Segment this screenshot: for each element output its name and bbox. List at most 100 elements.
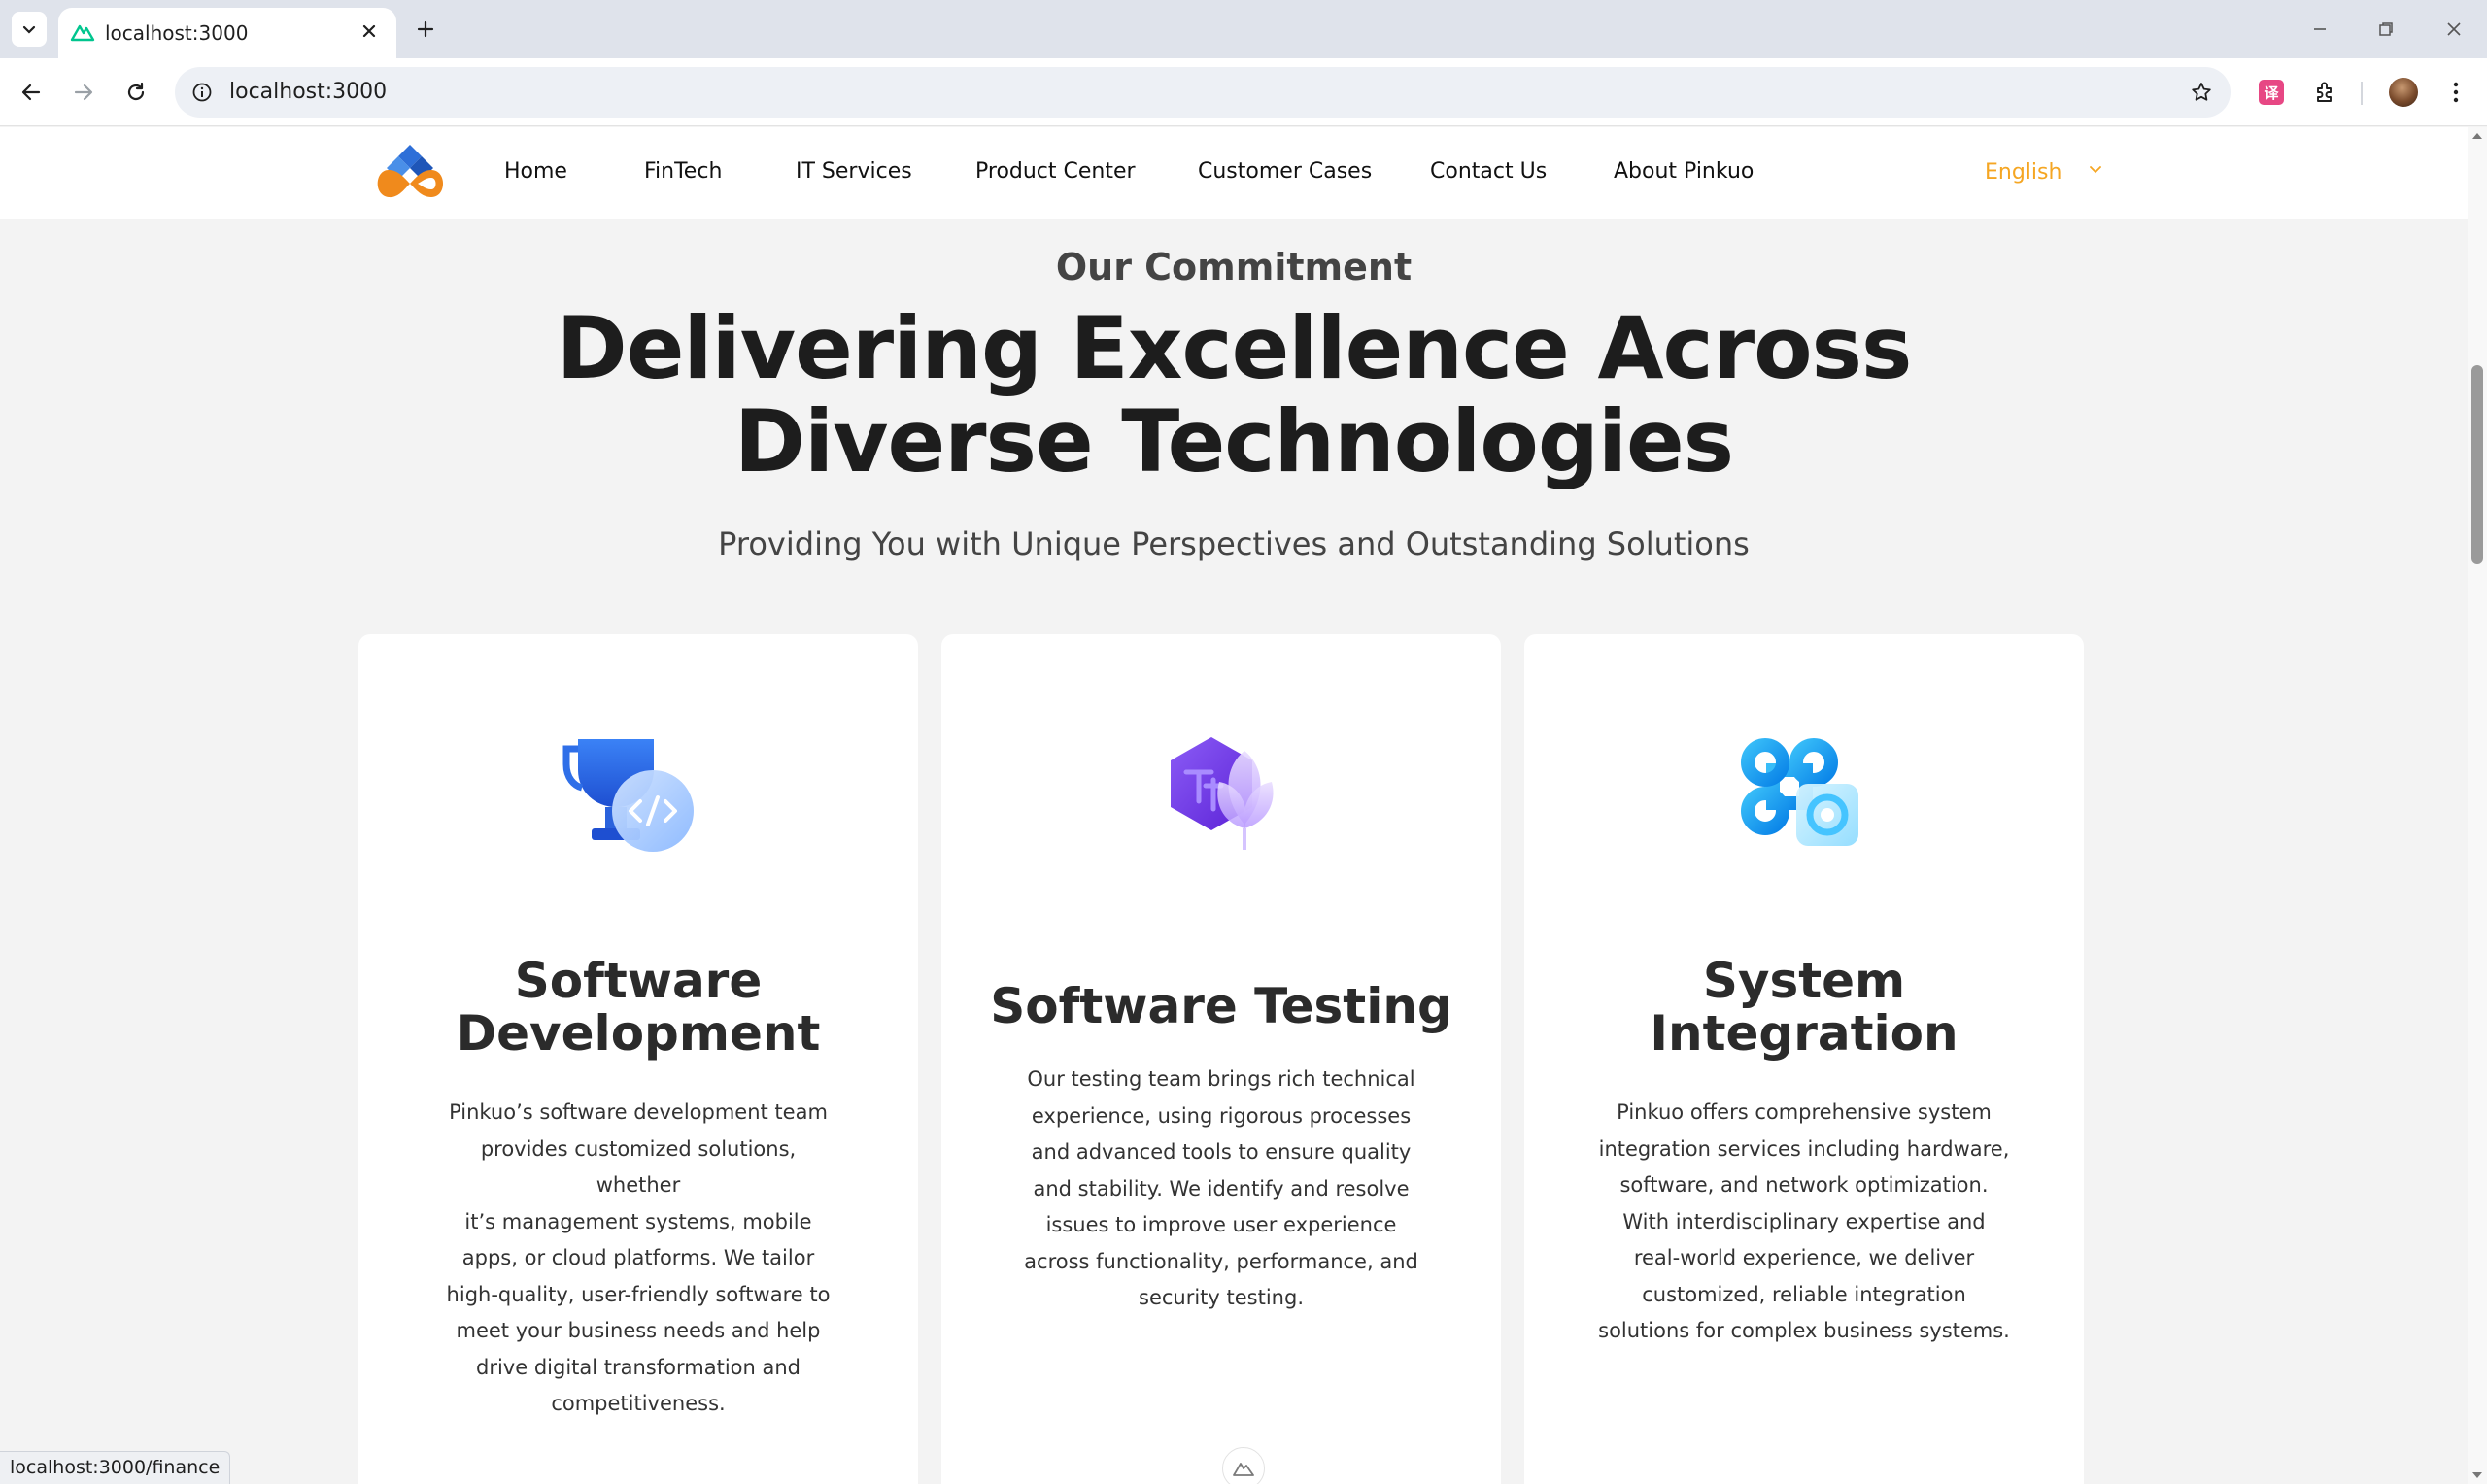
scrollbar-thumb[interactable] bbox=[2471, 365, 2483, 564]
page-subtitle: Providing You with Unique Perspectives a… bbox=[718, 525, 1750, 562]
card-text-line: Pinkuo offers comprehensive system bbox=[1617, 1100, 1992, 1124]
card-title-line-1: Software Testing bbox=[990, 978, 1452, 1034]
close-icon bbox=[362, 24, 376, 38]
card-text-line: integration services including hardware, bbox=[1598, 1136, 2010, 1161]
extensions-button[interactable] bbox=[2308, 75, 2343, 110]
reload-button[interactable] bbox=[119, 75, 153, 110]
new-tab-button[interactable] bbox=[408, 12, 443, 47]
tab-title: localhost:3000 bbox=[105, 21, 249, 45]
trophy-code-icon bbox=[562, 739, 694, 852]
address-bar[interactable]: localhost:3000 bbox=[175, 67, 2231, 118]
hexagon-leaf-icon bbox=[1171, 737, 1274, 850]
card-text-line: customized, reliable integration bbox=[1642, 1282, 1966, 1306]
card-text-line: security testing. bbox=[1139, 1286, 1304, 1309]
service-card-software-development[interactable]: Software Development Pinkuo’s software d… bbox=[358, 634, 918, 1484]
translate-icon: 译 bbox=[2259, 80, 2284, 105]
card-text-line: real-world experience, we deliver bbox=[1633, 1246, 1975, 1269]
card-text-line: issues to improve user experience bbox=[1045, 1213, 1397, 1236]
chevron-down-icon[interactable] bbox=[2087, 160, 2104, 178]
window-close-button[interactable] bbox=[2435, 12, 2473, 47]
nuxt-devtools-button[interactable] bbox=[1222, 1447, 1265, 1484]
card-text-line: across functionality, performance, and bbox=[1024, 1249, 1418, 1273]
puzzle-icon bbox=[2317, 82, 2332, 102]
page-scrollbar[interactable] bbox=[2468, 127, 2487, 1484]
service-card-software-testing[interactable]: Software Testing Our testing team brings… bbox=[941, 634, 1501, 1484]
browser-tab-strip: localhost:3000 bbox=[0, 0, 2487, 58]
restore-icon bbox=[2379, 22, 2393, 36]
nav-it-services[interactable]: IT Services bbox=[796, 159, 912, 184]
page-viewport: Home FinTech IT Services Product Center … bbox=[0, 127, 2468, 1484]
card-description: Our testing team brings rich technical e… bbox=[1021, 1062, 1421, 1317]
bookmark-button[interactable] bbox=[2186, 77, 2217, 108]
card-description: Pinkuo’s software development team provi… bbox=[438, 1095, 838, 1423]
reload-icon bbox=[127, 82, 145, 101]
nav-contact-us[interactable]: Contact Us bbox=[1430, 159, 1547, 184]
card-text-line: meet your business needs and help bbox=[456, 1319, 821, 1342]
pinkuo-logo-icon[interactable] bbox=[369, 141, 451, 205]
profile-button[interactable] bbox=[2386, 75, 2421, 110]
arrow-right-icon bbox=[74, 84, 93, 101]
card-text-line: and advanced tools to ensure quality bbox=[1031, 1140, 1412, 1164]
scroll-up-arrow-icon[interactable] bbox=[2471, 131, 2483, 141]
browser-toolbar: localhost:3000 译 bbox=[0, 58, 2487, 126]
nav-fintech[interactable]: FinTech bbox=[644, 159, 722, 184]
minimize-button[interactable] bbox=[2300, 12, 2339, 47]
card-text-line: provides customized solutions, whether bbox=[480, 1136, 797, 1197]
card-description: Pinkuo offers comprehensive system integ… bbox=[1598, 1095, 2010, 1350]
page-title-line-2: Diverse Technologies bbox=[733, 391, 1734, 491]
browser-menu-button[interactable] bbox=[2438, 75, 2473, 110]
card-text-line: experience, using rigorous processes bbox=[1031, 1103, 1412, 1128]
card-text-line: software, and network optimization. bbox=[1619, 1173, 1989, 1197]
more-vertical-icon bbox=[2453, 82, 2459, 103]
nav-about-pinkuo[interactable]: About Pinkuo bbox=[1614, 159, 1754, 184]
address-url[interactable]: localhost:3000 bbox=[229, 80, 387, 104]
card-text-line: Pinkuo’s software development team bbox=[449, 1100, 828, 1124]
card-title-line-2: Development bbox=[456, 1005, 821, 1062]
nav-home[interactable]: Home bbox=[504, 159, 567, 184]
page-title-line-1: Delivering Excellence Across bbox=[556, 298, 1913, 398]
card-title-line-2: Integration bbox=[1650, 1005, 1959, 1062]
card-title: System Integration bbox=[1563, 955, 2045, 1060]
scroll-down-arrow-icon[interactable] bbox=[2471, 1470, 2483, 1480]
plus-icon bbox=[417, 20, 434, 38]
info-icon bbox=[192, 83, 212, 102]
minimize-icon bbox=[2314, 28, 2326, 30]
link-status-bar: localhost:3000/finance bbox=[0, 1451, 231, 1484]
star-icon bbox=[2192, 83, 2211, 101]
translate-extension-button[interactable]: 译 bbox=[2254, 75, 2289, 110]
card-title: Software Testing bbox=[980, 980, 1462, 1032]
card-title: Software Development bbox=[397, 955, 879, 1060]
close-icon bbox=[2447, 22, 2461, 36]
page-title: Delivering Excellence Across Diverse Tec… bbox=[0, 302, 2468, 489]
tab-close-button[interactable] bbox=[356, 17, 383, 45]
service-card-system-integration[interactable]: System Integration Pinkuo offers compreh… bbox=[1524, 634, 2084, 1484]
chevron-down-icon bbox=[22, 25, 36, 34]
card-text-line: solutions for complex business systems. bbox=[1598, 1319, 2010, 1342]
card-text-line: Our testing team brings rich technical bbox=[1027, 1067, 1415, 1091]
browser-tab-active[interactable]: localhost:3000 bbox=[58, 8, 396, 58]
language-selector[interactable]: English bbox=[1985, 160, 2061, 185]
card-title-line-1: System bbox=[1702, 953, 1906, 1009]
site-info-button[interactable] bbox=[188, 79, 216, 106]
card-text-line: competitiveness. bbox=[551, 1392, 726, 1415]
arrow-left-icon bbox=[21, 84, 41, 101]
nuxt-favicon-icon bbox=[70, 24, 95, 42]
card-text-line: drive digital transformation and bbox=[476, 1355, 801, 1379]
tab-search-button[interactable] bbox=[12, 12, 47, 47]
card-text-line: and stability. We identify and resolve bbox=[1033, 1176, 1410, 1200]
card-text-line: With interdisciplinary expertise and bbox=[1622, 1209, 1986, 1233]
card-text-line: it’s management systems, mobile bbox=[464, 1209, 812, 1233]
restore-button[interactable] bbox=[2367, 12, 2405, 47]
card-text-line: high-quality, user-friendly software to bbox=[446, 1282, 831, 1306]
forward-button[interactable] bbox=[66, 75, 101, 110]
command-gear-icon bbox=[1741, 738, 1858, 846]
back-button[interactable] bbox=[14, 75, 49, 110]
toolbar-divider bbox=[2361, 82, 2363, 105]
nav-product-center[interactable]: Product Center bbox=[975, 159, 1136, 184]
section-eyebrow: Our Commitment bbox=[1055, 246, 1413, 288]
nav-customer-cases[interactable]: Customer Cases bbox=[1198, 159, 1372, 184]
site-header: Home FinTech IT Services Product Center … bbox=[0, 127, 2468, 219]
card-title-line-1: Software bbox=[514, 953, 763, 1009]
card-text-line: apps, or cloud platforms. We tailor bbox=[461, 1246, 815, 1269]
avatar bbox=[2389, 78, 2418, 107]
